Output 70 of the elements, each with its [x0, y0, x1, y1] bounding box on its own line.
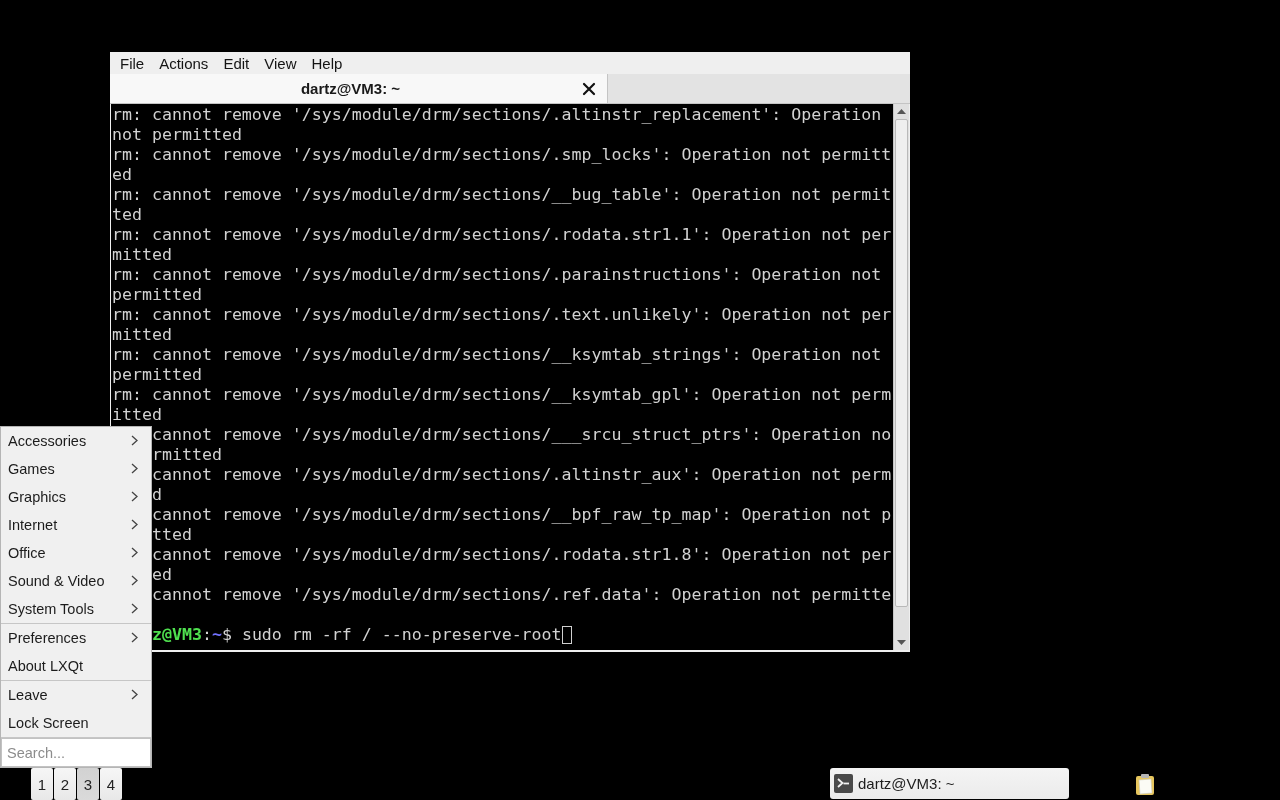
menu-item[interactable]: Leave: [1, 681, 151, 709]
menu-bar-item[interactable]: Actions: [152, 52, 216, 74]
chevron-right-icon: [131, 547, 138, 558]
terminal-icon: [834, 774, 853, 793]
terminal-line: tted: [151, 525, 192, 545]
menu-bar-item[interactable]: Help: [304, 52, 350, 74]
prompt-separator: :: [201, 625, 212, 645]
terminal-line: cannot remove '/sys/module/drm/sections/.ref.data': Operation not permitte: [151, 585, 892, 605]
clipboard-icon[interactable]: [1135, 772, 1155, 796]
chevron-right-icon: [131, 463, 138, 474]
menu-item[interactable]: Internet: [1, 511, 151, 539]
chevron-right-icon: [131, 689, 138, 700]
terminal-line: mitted: [112, 245, 172, 265]
menu-item[interactable]: Lock Screen: [1, 709, 151, 737]
prompt-user-host: z@VM3: [151, 625, 202, 645]
scrollbar-thumb[interactable]: [895, 119, 908, 607]
terminal-line: permitted: [112, 285, 202, 305]
taskbar-button[interactable]: dartz@VM3: ~: [830, 768, 1069, 799]
terminal-line: rm: cannot remove '/sys/module/drm/sections/.text.unlikely': Operation not per: [112, 305, 892, 325]
chevron-right-icon: [131, 491, 138, 502]
prompt-symbol: $: [221, 625, 232, 645]
desktop-button[interactable]: 4: [100, 768, 122, 800]
up-arrow-icon[interactable]: [897, 109, 906, 114]
terminal-line: d: [151, 485, 162, 505]
terminal-line: mitted: [112, 325, 172, 345]
desktop-button[interactable]: 3: [77, 768, 99, 800]
terminal-line: ed: [151, 565, 172, 585]
command-text: sudo rm -rf / --no-preserve-root: [241, 625, 562, 645]
text-cursor-icon: [561, 626, 572, 644]
terminal-line: rm: cannot remove '/sys/module/drm/sections/.smp_locks': Operation not permitt: [112, 145, 892, 165]
down-arrow-icon[interactable]: [897, 640, 906, 645]
terminal-line: cannot remove '/sys/module/drm/sections/.rodata.str1.8': Operation not per: [151, 545, 892, 565]
terminal-line: itted: [112, 405, 162, 425]
terminal-line: not permitted: [112, 125, 242, 145]
menu-bar-item[interactable]: File: [113, 52, 152, 74]
terminal-line: cannot remove '/sys/module/drm/sections/___srcu_struct_ptrs': Operation no: [151, 425, 892, 445]
menu-item[interactable]: Games: [1, 455, 151, 483]
terminal-line: rm: cannot remove '/sys/module/drm/sections/.rodata.str1.1': Operation not per: [112, 225, 892, 245]
menu-item[interactable]: Preferences: [1, 624, 151, 652]
chevron-right-icon: [131, 519, 138, 530]
terminal-line: rm: cannot remove '/sys/module/drm/sections/__ksymtab_strings': Operation not: [112, 345, 882, 365]
terminal-line: rm: cannot remove '/sys/module/drm/sections/.parainstructions': Operation not: [112, 265, 882, 285]
menu-item[interactable]: Office: [1, 539, 151, 567]
chevron-right-icon: [131, 603, 138, 614]
desktop-button[interactable]: 2: [54, 768, 76, 800]
menu-bar-item[interactable]: Edit: [216, 52, 257, 74]
terminal-line: cannot remove '/sys/module/drm/sections/.altinstr_aux': Operation not perm: [151, 465, 892, 485]
terminal-line: rmitted: [151, 445, 222, 465]
terminal-line: ted: [112, 205, 142, 225]
terminal-tab[interactable]: dartz@VM3: ~: [110, 74, 608, 103]
scrollbar[interactable]: [893, 104, 909, 650]
close-icon[interactable]: [582, 81, 596, 96]
terminal-line: cannot remove '/sys/module/drm/sections/__bpf_raw_tp_map': Operation not p: [151, 505, 892, 525]
menu-item[interactable]: Graphics: [1, 483, 151, 511]
terminal-line: rm: cannot remove '/sys/module/drm/sections/.altinstr_replacement': Operation: [112, 105, 882, 125]
terminal-line: permitted: [112, 365, 202, 385]
menu-bar-item[interactable]: View: [257, 52, 304, 74]
prompt-path: ~: [211, 625, 222, 645]
menu-item[interactable]: About LXQt: [1, 652, 151, 680]
chevron-right-icon: [131, 435, 138, 446]
menu-item[interactable]: System Tools: [1, 595, 151, 623]
terminal-line: rm: cannot remove '/sys/module/drm/sections/__bug_table': Operation not permit: [112, 185, 892, 205]
terminal-line: rm: cannot remove '/sys/module/drm/sections/__ksymtab_gpl': Operation not perm: [112, 385, 892, 405]
menu-item[interactable]: Sound & Video: [1, 567, 151, 595]
chevron-right-icon: [131, 632, 138, 643]
search-field[interactable]: Search...: [1, 738, 151, 767]
chevron-right-icon: [131, 575, 138, 586]
terminal-line: ed: [112, 165, 132, 185]
menu-item[interactable]: Accessories: [1, 427, 151, 455]
desktop-button[interactable]: 1: [31, 768, 53, 800]
